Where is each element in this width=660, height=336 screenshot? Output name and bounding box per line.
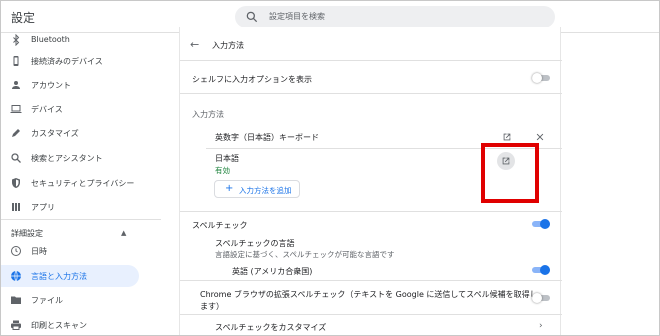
divider	[180, 280, 562, 281]
app-title: 設定	[11, 11, 36, 25]
spellcheck-language-label: 英語 (アメリカ合衆国)	[232, 267, 313, 276]
spellcheck-languages-title: スペルチェックの言語	[215, 239, 295, 248]
advanced-section-header[interactable]: 詳細設定	[11, 228, 43, 239]
pen-icon	[12, 129, 20, 137]
external-link-icon	[503, 133, 511, 141]
input-method-status: 有効	[215, 166, 230, 175]
input-method-name: 日本語	[215, 154, 239, 163]
sidebar-item-search-assistant[interactable]: 検索とアシスタント	[1, 147, 139, 169]
folder-icon	[11, 296, 21, 304]
sidebar-item-label: 検索とアシスタント	[31, 154, 103, 163]
spellcheck-toggle[interactable]	[532, 219, 550, 229]
sidebar-item-print-scan[interactable]: 印刷とスキャン	[1, 314, 139, 335]
add-input-method-button[interactable]: + 入力方法を追加	[214, 180, 300, 198]
sidebar-item-files[interactable]: ファイル	[1, 289, 139, 311]
divider	[180, 314, 562, 315]
sidebar-item-label: 接続済みのデバイス	[31, 57, 103, 66]
person-icon	[12, 81, 20, 89]
customize-spellcheck-link[interactable]: スペルチェックをカスタマイズ	[215, 322, 326, 333]
shelf-option-toggle[interactable]	[532, 73, 550, 83]
shield-icon	[12, 178, 20, 188]
sidebar-item-languages-input[interactable]: 言語と入力方法	[1, 265, 139, 287]
sidebar-item-apps[interactable]: アプリ	[1, 196, 139, 218]
search-icon	[246, 11, 258, 23]
sidebar-divider	[1, 219, 161, 220]
divider	[180, 211, 562, 212]
sidebar-item-label: セキュリティとプライバシー	[31, 179, 135, 188]
laptop-icon	[10, 105, 22, 113]
divider	[180, 93, 562, 94]
spellcheck-languages-desc: 言語設定に基づく、スペルチェックが可能な言語です	[215, 250, 395, 259]
settings-window: 設定 設定項目を検索 Bluetooth 接続済みのデバイス アカウント デバイ…	[0, 0, 660, 336]
globe-icon	[11, 270, 21, 282]
apps-grid-icon	[12, 203, 20, 211]
sidebar-item-label: アカウント	[31, 81, 71, 90]
shelf-option-label: シェルフに入力オプションを表示	[192, 75, 312, 84]
sidebar-item-label: Bluetooth	[31, 35, 70, 44]
enhanced-spellcheck-toggle[interactable]	[532, 293, 550, 303]
search-input[interactable]: 設定項目を検索	[235, 6, 555, 28]
sidebar-item-date-time[interactable]: 日時	[1, 240, 139, 262]
plus-icon: +	[225, 183, 234, 194]
chevron-right-icon[interactable]: ›	[539, 321, 543, 331]
sidebar-item-label: ファイル	[31, 296, 63, 305]
clock-icon	[11, 246, 21, 256]
sidebar-item-label: 言語と入力方法	[31, 272, 87, 281]
search-icon	[11, 153, 21, 163]
sidebar: Bluetooth 接続済みのデバイス アカウント デバイス カスタマイズ 検索…	[1, 33, 161, 335]
enhanced-spellcheck-label-cont: ます）	[200, 302, 224, 311]
input-method-name: 英数字（日本語）キーボード	[215, 133, 319, 142]
sidebar-item-label: 日時	[31, 247, 47, 256]
divider	[180, 60, 562, 61]
sidebar-item-label: アプリ	[31, 203, 55, 212]
sidebar-item-security-privacy[interactable]: セキュリティとプライバシー	[1, 172, 139, 194]
caret-up-icon[interactable]: ▲	[121, 229, 126, 237]
sidebar-item-bluetooth[interactable]: Bluetooth	[1, 29, 139, 51]
sidebar-item-label: カスタマイズ	[31, 129, 79, 138]
close-icon	[536, 133, 544, 141]
bluetooth-icon	[13, 34, 20, 46]
page-title: 入力方法	[212, 41, 244, 50]
sidebar-item-connected-devices[interactable]: 接続済みのデバイス	[1, 50, 139, 72]
spellcheck-language-toggle[interactable]	[532, 265, 550, 275]
phone-icon	[13, 56, 19, 66]
sidebar-item-account[interactable]: アカウント	[1, 74, 139, 96]
sidebar-item-label: デバイス	[31, 105, 63, 114]
sidebar-item-customize[interactable]: カスタマイズ	[1, 122, 139, 144]
sidebar-item-label: 印刷とスキャン	[31, 321, 87, 330]
back-arrow-icon[interactable]: ←	[190, 38, 199, 51]
input-methods-heading: 入力方法	[192, 110, 224, 119]
add-input-method-label: 入力方法を追加	[239, 186, 292, 195]
enhanced-spellcheck-label: Chrome ブラウザの拡張スペルチェック（テキストを Google に送信して…	[200, 290, 538, 299]
printer-icon	[11, 320, 21, 330]
sidebar-item-device[interactable]: デバイス	[1, 98, 139, 120]
spellcheck-label: スペルチェック	[192, 221, 248, 230]
search-placeholder: 設定項目を検索	[269, 12, 325, 21]
highlight-annotation-box	[481, 143, 539, 203]
